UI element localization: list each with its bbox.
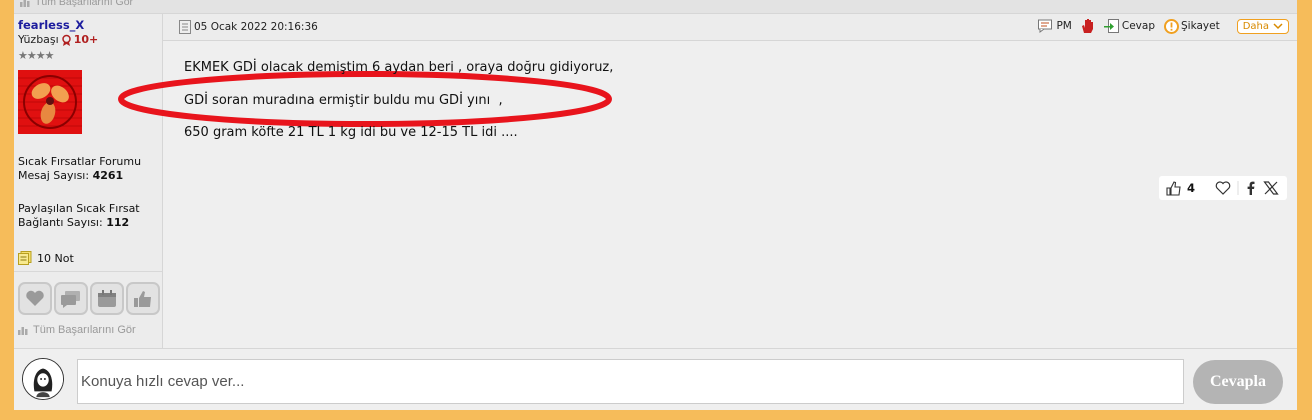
top-strip: Tüm Başarılarını Gör xyxy=(14,0,1297,14)
post-actions: PM Cevap Şikayet Daha xyxy=(1038,18,1289,34)
post-date-text: 05 Ocak 2022 20:16:36 xyxy=(194,21,318,33)
report-button[interactable]: Şikayet xyxy=(1163,18,1220,34)
reply-button[interactable]: Cevap xyxy=(1103,19,1155,33)
achievements-label: Tüm Başarılarını Gör xyxy=(33,324,136,336)
post-date: 05 Ocak 2022 20:16:36 xyxy=(179,20,318,34)
like-count: 4 xyxy=(1187,181,1196,195)
thumbs-up-badge-icon[interactable] xyxy=(126,282,160,315)
more-label: Daha xyxy=(1242,20,1269,32)
divider xyxy=(14,271,162,272)
heart-badge-icon[interactable] xyxy=(18,282,52,315)
document-icon xyxy=(179,20,191,34)
pm-icon xyxy=(1038,19,1053,33)
notes-icon xyxy=(18,251,32,265)
rank-label: Yüzbaşı xyxy=(18,33,59,46)
user-panel: fearless_X Yüzbaşı 10+ ★★★★ Sıcak Fırsat… xyxy=(14,14,163,348)
chat-badge-icon[interactable] xyxy=(54,282,88,315)
achievements-link[interactable]: Tüm Başarılarını Gör xyxy=(18,324,136,336)
rank-level: 10+ xyxy=(73,33,99,46)
post-body: EKMEK GDİ olacak demiştim 6 aydan beri ,… xyxy=(118,41,1297,348)
bar-chart-icon xyxy=(20,0,30,7)
stop-hand-icon xyxy=(1081,19,1093,33)
posts-label: Mesaj Sayısı: xyxy=(18,169,93,182)
quick-reply-input[interactable] xyxy=(77,359,1184,404)
user-notes-link[interactable]: 10 Not xyxy=(18,251,74,265)
x-twitter-icon[interactable] xyxy=(1263,181,1279,195)
reply-submit-button[interactable]: Cevapla xyxy=(1193,360,1283,404)
divider xyxy=(1237,181,1239,195)
block-button[interactable] xyxy=(1081,18,1095,34)
post-line-3: 650 gram köfte 21 TL 1 kg idi bu ve 12-1… xyxy=(184,125,518,140)
calendar-badge-icon[interactable] xyxy=(90,282,124,315)
reply-label: Cevap xyxy=(1121,20,1155,32)
facebook-icon[interactable] xyxy=(1245,181,1257,195)
badge-row xyxy=(18,282,160,315)
heart-icon[interactable] xyxy=(1215,181,1231,195)
warning-icon xyxy=(1163,18,1179,34)
chevron-down-icon xyxy=(1273,22,1283,29)
bar-chart-icon xyxy=(18,326,28,335)
user-stars: ★★★★ xyxy=(18,49,54,62)
rank-medal-icon xyxy=(61,34,71,46)
post-line-1: EKMEK GDİ olacak demiştim 6 aydan beri ,… xyxy=(184,60,614,75)
post-header: 05 Ocak 2022 20:16:36 PM Cevap Şikayet D… xyxy=(163,14,1297,41)
more-dropdown[interactable]: Daha xyxy=(1236,18,1289,34)
report-label: Şikayet xyxy=(1180,20,1220,32)
top-achievements-label: Tüm Başarılarını Gör xyxy=(35,0,134,8)
bottom-strip xyxy=(14,410,1297,420)
quick-reply-bar: Cevapla xyxy=(14,348,1297,410)
shared-label-1: Paylaşılan Sıcak Fırsat xyxy=(18,202,140,215)
top-achievements-link[interactable]: Tüm Başarılarını Gör xyxy=(20,0,133,8)
post-line-2: GDİ soran muradına ermiştir buldu mu GDİ… xyxy=(184,93,503,108)
pm-button[interactable]: PM xyxy=(1038,19,1072,33)
current-user-avatar xyxy=(22,358,64,400)
username-link[interactable]: fearless_X xyxy=(18,18,84,32)
shared-count: 112 xyxy=(106,216,130,229)
user-avatar[interactable] xyxy=(18,70,82,134)
user-shared-stats: Paylaşılan Sıcak Fırsat Bağlantı Sayısı:… xyxy=(18,202,140,230)
reactions-bar: 4 xyxy=(1159,176,1287,200)
thumbs-up-icon[interactable] xyxy=(1166,180,1181,196)
notes-label: 10 Not xyxy=(37,251,74,265)
user-forum-stats: Sıcak Fırsatlar Forumu Mesaj Sayısı: 426… xyxy=(18,155,141,183)
user-rank: Yüzbaşı 10+ xyxy=(18,33,98,46)
pm-label: PM xyxy=(1056,20,1072,32)
posts-count: 4261 xyxy=(92,169,124,182)
reply-icon xyxy=(1103,19,1119,33)
forum-name: Sıcak Fırsatlar Forumu xyxy=(18,155,142,168)
shared-label-2: Bağlantı Sayısı: xyxy=(18,216,107,229)
post-frame: Tüm Başarılarını Gör fearless_X Yüzbaşı … xyxy=(14,0,1297,420)
